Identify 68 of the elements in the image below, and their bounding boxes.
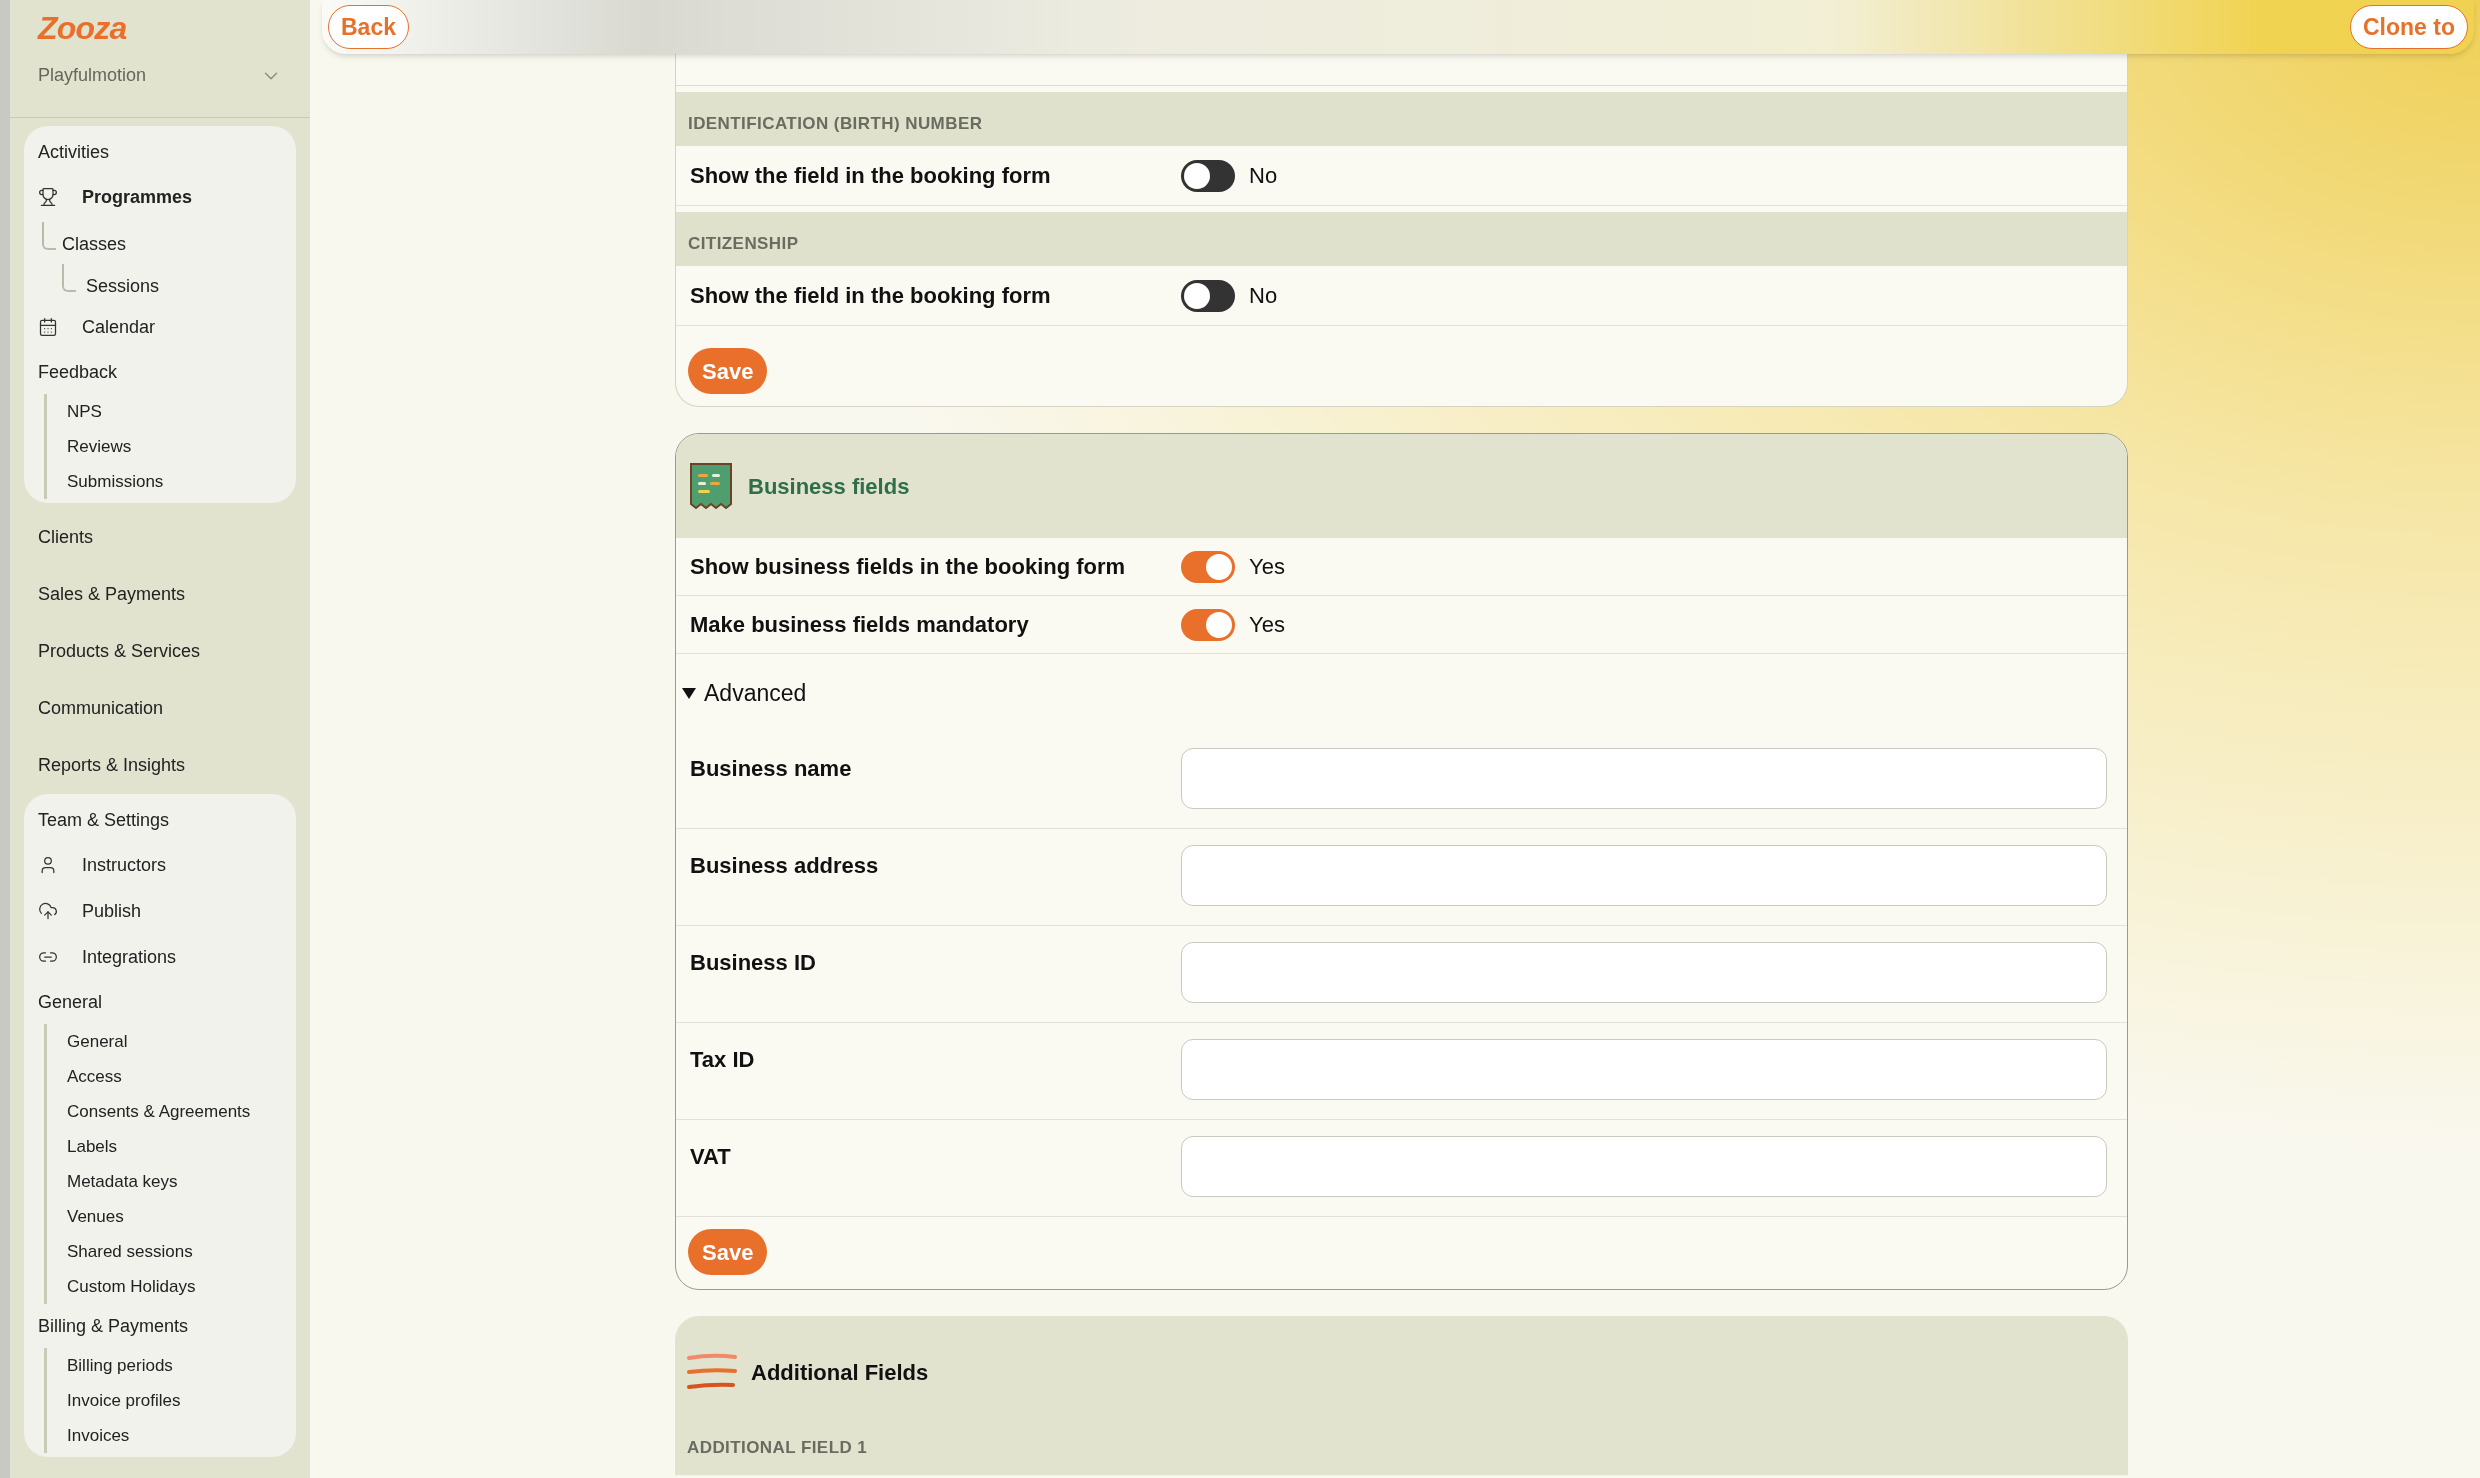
toggle-value: No [1249,282,1278,310]
sidebar-item[interactable]: Programmes [82,183,193,211]
toggle-switch[interactable] [1181,159,1235,192]
calendar-icon [38,317,58,337]
field-label: Show business fields in the booking form [690,553,1127,581]
input-field[interactable] [1181,1136,2107,1197]
sidebar-item[interactable]: Classes [62,231,127,258]
sidebar-heading: Billing & Payments [38,1314,189,1338]
sidebar-heading: General [38,990,103,1014]
toggle-value: Yes [1249,611,1285,639]
field-label: Tax ID [690,1046,756,1074]
field-label: Show the field in the booking form [690,282,1052,310]
sidebar-item[interactable]: Publish [82,897,142,925]
sidebar-item[interactable]: Products & Services [38,638,201,665]
sidebar-item[interactable]: Sales & Payments [38,581,186,608]
sidebar-item[interactable]: Metadata keys [67,1168,178,1195]
toggle-switch[interactable] [1181,550,1235,583]
input-field[interactable] [1181,748,2107,809]
input-field[interactable] [1181,942,2107,1003]
sidebar-item[interactable]: Calendar [82,313,156,341]
field-label: VAT [690,1143,732,1171]
section-heading: IDENTIFICATION (BIRTH) NUMBER [688,112,983,135]
sidebar-item[interactable]: NPS [67,398,102,425]
sidebar-item[interactable]: Instructors [82,851,167,879]
banner-icon [688,460,734,512]
sidebar-item[interactable]: General [67,1028,128,1055]
card-title: Business fields [748,472,910,501]
toggle-switch[interactable] [1181,608,1235,641]
sidebar-heading: Team & Settings [38,808,170,832]
field-label: Make business fields mandatory [690,611,1030,639]
sidebar-item[interactable]: Custom Holidays [67,1273,196,1300]
trophy-icon [38,187,58,207]
toggle-value: Yes [1249,553,1285,581]
sidebar-item[interactable]: Invoices [67,1422,130,1449]
sidebar-item[interactable]: Sessions [86,273,160,300]
sidebar-item[interactable]: Access [67,1063,122,1090]
sidebar-item[interactable]: Billing periods [67,1352,173,1379]
field-label: Show the field in the booking form [690,162,1052,190]
sidebar-item[interactable]: Integrations [82,943,177,971]
account-name[interactable]: Playfulmotion [38,62,147,89]
sidebar-item[interactable]: Invoice profiles [67,1387,181,1414]
sidebar-heading: Activities [38,140,109,164]
sidebar-heading: Feedback [38,360,118,384]
input-field[interactable] [1181,845,2107,906]
advanced-toggle[interactable]: Advanced [682,675,807,711]
sidebar-item[interactable]: Consents & Agreements [67,1098,251,1125]
cloud-upload-icon [38,901,58,921]
tree-connector [62,264,76,292]
sidebar-item[interactable]: Venues [67,1203,124,1230]
card-title: Additional Fields [751,1358,929,1387]
input-field[interactable] [1181,1039,2107,1100]
section-heading: CITIZENSHIP [688,232,799,255]
disclosure-triangle-icon [682,686,696,700]
sidebar-item[interactable]: Shared sessions [67,1238,193,1265]
sidebar-item[interactable]: Labels [67,1133,118,1160]
toggle-switch[interactable] [1181,279,1235,312]
section-heading: ADDITIONAL FIELD 1 [687,1436,868,1459]
sidebar-item[interactable]: Reports & Insights [38,752,186,779]
sidebar-item[interactable]: Reviews [67,433,132,460]
toggle-value: No [1249,162,1278,190]
field-label: Business address [690,852,880,880]
tree-connector [42,222,56,250]
field-label: Business name [690,755,853,783]
field-label: Business ID [690,949,817,977]
sidebar-item[interactable]: Submissions [67,468,164,495]
lines-icon [687,1353,737,1391]
sidebar-item[interactable]: Clients [38,524,94,551]
sidebar-item[interactable]: Communication [38,695,164,722]
